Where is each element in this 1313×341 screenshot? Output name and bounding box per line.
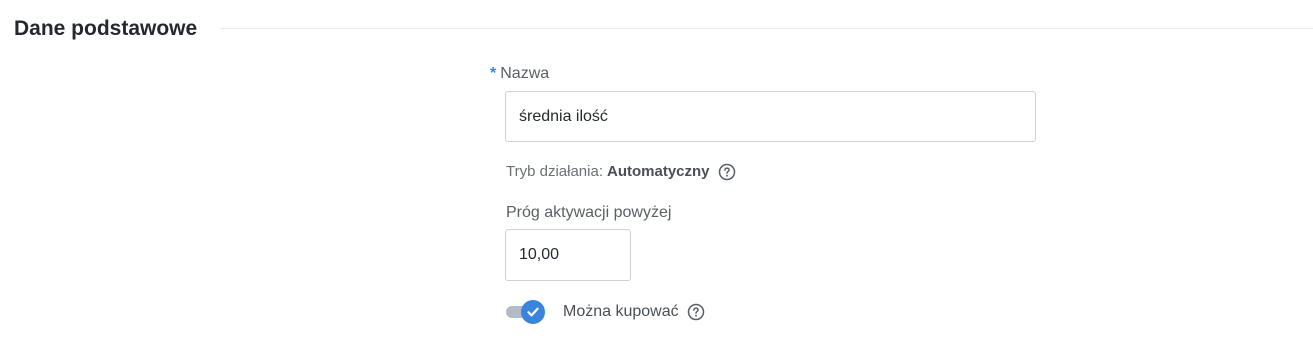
name-field-label: * Nazwa <box>490 64 549 84</box>
required-indicator: * <box>490 65 497 82</box>
checkmark-icon <box>527 307 539 317</box>
mode-info: Tryb działania: Automatyczny <box>506 162 736 182</box>
mode-value: Automatyczny <box>607 163 710 180</box>
question-circle-icon[interactable] <box>718 163 736 181</box>
section-divider <box>220 28 1313 29</box>
mode-label: Tryb działania: <box>506 163 603 180</box>
section-header: Dane podstawowe <box>14 14 1313 44</box>
name-input[interactable] <box>505 91 1036 142</box>
section-title: Dane podstawowe <box>14 17 198 40</box>
can-buy-label: Można kupować <box>563 303 679 320</box>
threshold-input[interactable] <box>505 229 631 281</box>
threshold-field-label: Próg aktywacji powyżej <box>506 204 672 221</box>
question-circle-icon[interactable] <box>687 303 705 321</box>
can-buy-toggle[interactable] <box>504 300 546 324</box>
can-buy-row: Można kupować <box>504 300 705 324</box>
name-label-text: Nazwa <box>500 65 550 82</box>
toggle-knob <box>521 300 545 324</box>
